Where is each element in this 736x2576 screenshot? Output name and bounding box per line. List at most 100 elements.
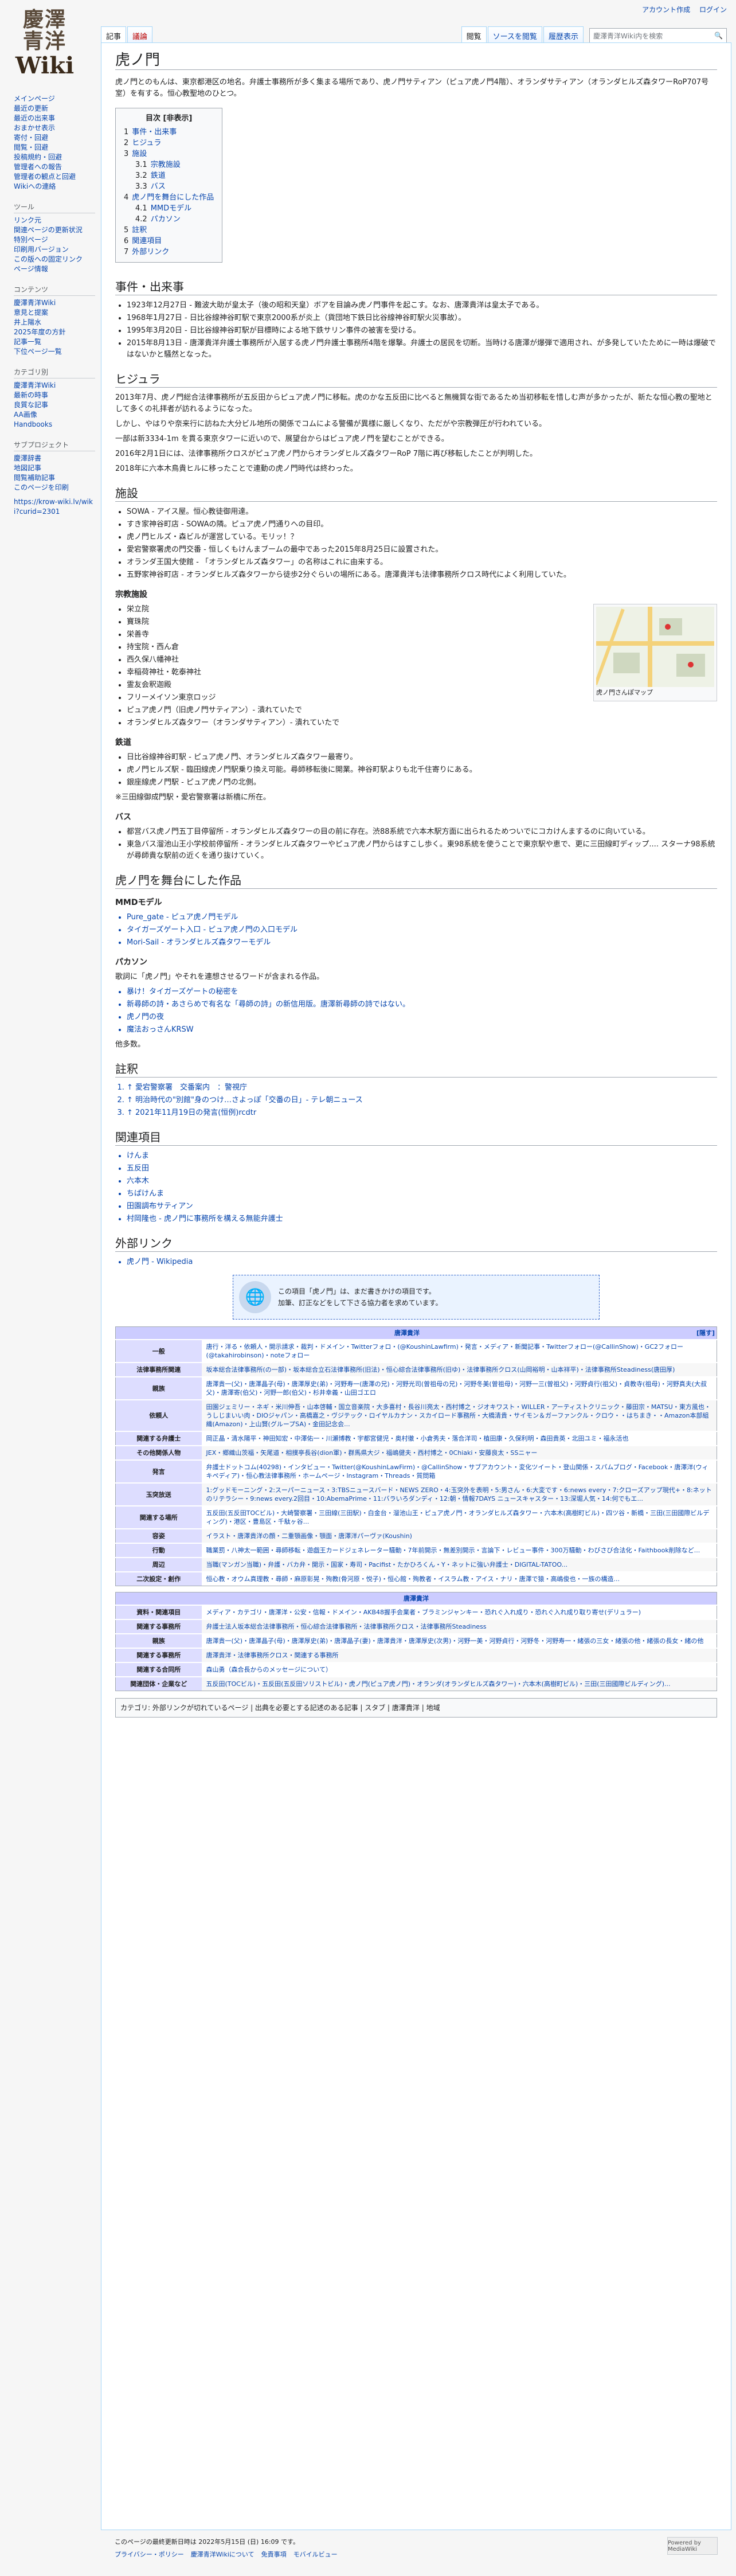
sidebar-category-item-1[interactable]: 最新の時事: [14, 391, 95, 400]
sidebar-content-item-0[interactable]: 慶澤青洋Wiki: [14, 298, 95, 308]
navbox-list[interactable]: 田園ジェミリー・ネギ・米川伸吾・山本啓輔・国立音楽院・大多喜村・長谷川亮太・西村…: [201, 1399, 717, 1431]
sidebar-tool-item-1[interactable]: 関連ページの更新状況: [14, 225, 95, 235]
sidebar-extra-link[interactable]: https://krow-wiki.lv/wiki?curid=2301: [14, 497, 95, 517]
toc-item[interactable]: 7 外部リンク: [124, 247, 214, 257]
sidebar-subproject-item-1[interactable]: 地図記事: [14, 463, 95, 473]
navbox-list[interactable]: 唐澤貴洋・法律事務所クロス・関連する事務所: [201, 1648, 717, 1662]
navbox-list[interactable]: 五反田(五反田TOCビル)・大崎警察署・三田線(三田駅)・白金台・溜池山王・ピュ…: [201, 1505, 717, 1529]
navbox-list[interactable]: 当職(マンガン当職)・弁護・バカ弁・開示・国家・寿司・Pacifist・たかひろ…: [201, 1557, 717, 1572]
note-item[interactable]: ↑ 明治時代の"別館"身のつけ…さよっぽ「交番の日」- テレ朝ニュース: [127, 1095, 717, 1106]
related-item[interactable]: 村岡隆也 - 虎ノ門に事務所を構える無能弁護士: [127, 1213, 717, 1225]
toc-link[interactable]: MMDモデル: [151, 204, 191, 213]
pakason-item[interactable]: 暴け！タイガーズゲートの秘密を: [127, 986, 717, 998]
toc-link[interactable]: 外部リンク: [132, 248, 169, 256]
external-link-item[interactable]: 虎ノ門 - Wikipedia: [127, 1256, 717, 1268]
toc-link[interactable]: 関連項目: [132, 237, 162, 245]
footer-link[interactable]: モバイルビュー: [293, 2551, 338, 2558]
mmd-item[interactable]: タイガーズゲート入口 - ピュア虎ノ門の入口モデル: [127, 924, 717, 936]
pakason-item[interactable]: 魔法おっさんKRSW: [127, 1024, 717, 1036]
sidebar-nav-item-4[interactable]: 寄付・回避: [14, 133, 95, 143]
navbox-list[interactable]: 森山勇（森合長からのメッセージについて）: [201, 1662, 717, 1677]
toc-item[interactable]: 4 虎ノ門を舞台にした作品: [124, 192, 214, 203]
toc-item[interactable]: 3 施設: [124, 149, 214, 159]
toc-link[interactable]: パカソン: [151, 215, 181, 224]
sidebar-content-item-2[interactable]: 井上陽水: [14, 318, 95, 327]
sidebar-content-item-1[interactable]: 意見と提案: [14, 308, 95, 318]
mmd-item[interactable]: Pure_gate - ピュア虎ノ門モデル: [127, 912, 717, 923]
toc-link[interactable]: 鉄道: [151, 171, 166, 180]
site-logo[interactable]: 慶澤 青洋 Wiki: [5, 3, 85, 84]
category-links[interactable]: カテゴリ: 外部リンクが切れているページ | 出典を必要とする記述のある記事 |…: [115, 1698, 717, 1718]
related-item[interactable]: けんま: [127, 1150, 717, 1162]
footer-link[interactable]: プライバシー・ポリシー: [115, 2551, 184, 2558]
toc-item[interactable]: 1 事件・出来事: [124, 127, 214, 138]
navbox2-title-text[interactable]: 唐澤貴洋: [404, 1595, 429, 1602]
related-item[interactable]: ちばけんま: [127, 1188, 717, 1200]
navbox-list[interactable]: 恒心教・オウム真理教・尋師・麻原彰晃・殉教(骨河原・悦子)・恒心館・殉教者・イス…: [201, 1571, 717, 1586]
sidebar-nav-item-0[interactable]: メインページ: [14, 94, 95, 104]
pakason-item[interactable]: 新尋師の詩・あさらめで有名な「尋師の詩」の新信用版。唐澤新尋師の詩ではない。: [127, 999, 717, 1010]
toc-link[interactable]: ヒジュラ: [132, 139, 161, 147]
sidebar-subproject-item-0[interactable]: 慶澤辞書: [14, 454, 95, 463]
pakason-item[interactable]: 虎ノ門の夜: [127, 1012, 717, 1023]
mmd-item[interactable]: Mori-Sail - オランダヒルズ森タワーモデル: [127, 937, 717, 949]
sidebar-nav-item-3[interactable]: おまかせ表示: [14, 123, 95, 133]
toc-link[interactable]: 事件・出来事: [132, 128, 177, 136]
search-icon[interactable]: 🔍: [714, 32, 723, 40]
navbox-list[interactable]: イラスト・唐澤貴洋の顔・二重顎画像・顎面・唐澤洋パーヴァ(Koushin): [201, 1528, 717, 1543]
sidebar-category-item-0[interactable]: 慶澤青洋Wiki: [14, 381, 95, 391]
sidebar-category-item-2[interactable]: 良質な記事: [14, 400, 95, 410]
toc-link[interactable]: 宗教施設: [151, 161, 181, 169]
navbox-list[interactable]: 唐澤貴一(父)・唐澤晶子(母)・唐澤厚史(弟)・河野寿一(唐澤の兄)・河野光司(…: [201, 1376, 717, 1400]
navbox-list[interactable]: 唐行・洋る・依頼人・開示請求・裁判・ドメイン・Twitterフォロ・(@Kous…: [201, 1339, 717, 1363]
sidebar-nav-item-2[interactable]: 最近の出来事: [14, 114, 95, 123]
toc-item[interactable]: 4.2 パカソン: [124, 214, 214, 225]
toc-link[interactable]: 虎ノ門を舞台にした作品: [132, 193, 214, 202]
login-link[interactable]: ログイン: [699, 6, 727, 14]
sidebar-tool-item-0[interactable]: リンク元: [14, 216, 95, 225]
toc-title[interactable]: 目次 [非表示]: [124, 113, 214, 124]
sidebar-content-item-3[interactable]: 2025年度の方針: [14, 327, 95, 337]
toc-item[interactable]: 5 註釈: [124, 225, 214, 236]
navbox-list[interactable]: 1:グッドモーニング・2:スーパーニュース・3:TBSニュースバード・NEWS …: [201, 1482, 717, 1506]
create-account-link[interactable]: アカウント作成: [642, 6, 690, 14]
sidebar-nav-item-5[interactable]: 閲覧・回避: [14, 143, 95, 153]
sidebar-content-item-5[interactable]: 下位ページ一覧: [14, 347, 95, 357]
sidebar-subproject-item-2[interactable]: 閲覧補助記事: [14, 473, 95, 483]
navbox-list[interactable]: 坂本総合法律事務所(の一部)・坂本総合立石法律事務所(旧法)・恒心綜合法律事務所…: [201, 1362, 717, 1377]
navbox-title-text[interactable]: 唐澤貴洋: [394, 1329, 420, 1337]
toc-item[interactable]: 4.1 MMDモデル: [124, 203, 214, 214]
sidebar-content-item-4[interactable]: 記事一覧: [14, 337, 95, 347]
navbox-list[interactable]: 職業罰・八神太一範囲・尋師移転・遊戯王カードジェネレーター騒動・7年前開示・無差…: [201, 1543, 717, 1558]
sidebar-tool-item-5[interactable]: ページ情報: [14, 264, 95, 274]
note-item[interactable]: ↑ 2021年11月19日の発言(恒例)rcdtr: [127, 1107, 717, 1119]
search-input[interactable]: 慶澤青洋Wiki内を検索 🔍: [589, 28, 727, 43]
sidebar-nav-item-7[interactable]: 管理者への報告: [14, 162, 95, 172]
footer-link[interactable]: 免責事項: [261, 2551, 287, 2558]
toc-item[interactable]: 3.2 鉄道: [124, 170, 214, 181]
toc-item[interactable]: 3.1 宗教施設: [124, 159, 214, 170]
sidebar-nav-item-8[interactable]: 管理者の観点と回避: [14, 172, 95, 182]
sidebar-nav-item-6[interactable]: 投稿規約・回避: [14, 153, 95, 162]
map-thumbnail[interactable]: 虎ノ門さんぽマップ: [593, 604, 717, 701]
navbox-list[interactable]: 唐澤貴一(父)・唐澤晶子(母)・唐澤厚史(弟)・唐澤晶子(妻)・唐澤貴洋・唐澤厚…: [201, 1633, 717, 1648]
sidebar-tool-item-2[interactable]: 特別ページ: [14, 235, 95, 245]
sidebar-category-item-4[interactable]: Handbooks: [14, 420, 95, 430]
toc-item[interactable]: 6 関連項目: [124, 236, 214, 247]
navbox-list[interactable]: 岡正晶・清水陽平・神田知宏・中澤佑一・川瀬博教・宇都宮健児・奥村徹・小倉秀夫・落…: [201, 1431, 717, 1446]
related-item[interactable]: 田園調布サティアン: [127, 1201, 717, 1212]
navbox-list[interactable]: 五反田(TOCビル)・五反田(五反田ソリストビル)・虎ノ門(ピュア虎ノ門)・オラ…: [201, 1676, 717, 1691]
toc-link[interactable]: 施設: [132, 150, 147, 158]
related-item[interactable]: 六本木: [127, 1176, 717, 1187]
sidebar-category-item-3[interactable]: AA画像: [14, 410, 95, 420]
sidebar-tool-item-3[interactable]: 印刷用バージョン: [14, 245, 95, 255]
navbox-toggle[interactable]: [隠す]: [696, 1329, 715, 1337]
related-item[interactable]: 五反田: [127, 1163, 717, 1174]
toc-link[interactable]: バス: [151, 182, 166, 191]
mediawiki-badge[interactable]: Powered by MediaWiki: [667, 2537, 718, 2555]
sidebar-nav-item-1[interactable]: 最近の更新: [14, 104, 95, 114]
navbox-list[interactable]: 弁護士ドットコム(40298)・インタビュー・Twitter(@KoushinL…: [201, 1459, 717, 1483]
navbox-list[interactable]: JEX・郷織山茨福・矢尾道・相撲亭長谷(dion軍)・群馬県大ジ・福嶋健夫・西村…: [201, 1445, 717, 1460]
footer-link[interactable]: 慶澤青洋Wikiについて: [191, 2551, 255, 2558]
navbox-list[interactable]: メディア・カテゴリ・唐澤洋・公安・信報・ドメイン・AKB48握手会業者・ブラミン…: [201, 1605, 717, 1619]
